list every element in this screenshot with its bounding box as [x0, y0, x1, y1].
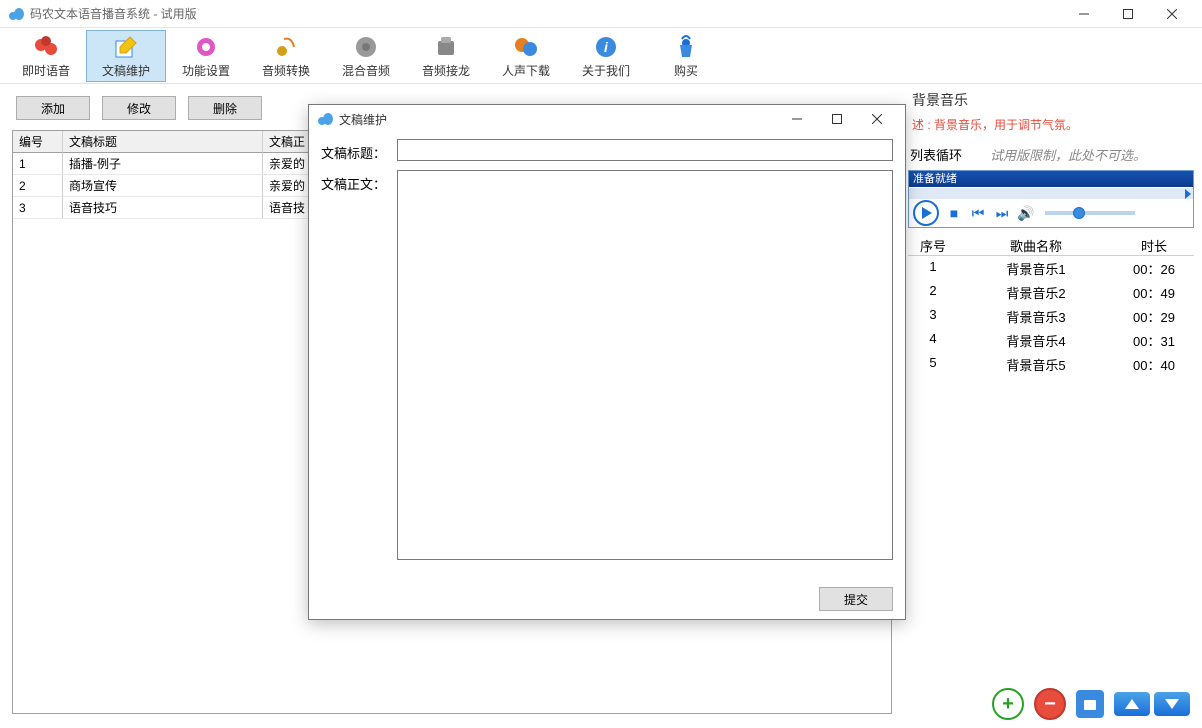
window-title: 码农文本语音播音系统 - 试用版	[30, 5, 197, 22]
convert-icon	[272, 34, 300, 60]
main-toolbar: 即时语音 文稿维护 功能设置 音频转换 混合音频 音频接龙 人声下载 i 关于我…	[0, 28, 1202, 84]
player-status: 准备就绪	[909, 171, 1193, 187]
toolbar-label: 音频接龙	[422, 62, 470, 79]
about-icon: i	[592, 34, 620, 60]
close-button[interactable]	[1150, 0, 1194, 28]
song-table-header: 序号 歌曲名称 时长	[908, 232, 1194, 256]
dialog-minimize-button[interactable]	[777, 105, 817, 133]
move-up-button[interactable]	[1114, 692, 1150, 716]
toolbar-audio-convert[interactable]: 音频转换	[246, 30, 326, 82]
dialog-close-button[interactable]	[857, 105, 897, 133]
bgm-add-button[interactable]: +	[992, 688, 1024, 720]
col-header-id[interactable]: 编号	[13, 131, 63, 153]
doc-edit-dialog: 文稿维护 文稿标题： 文稿正文： 提交	[308, 104, 906, 620]
toolbar-label: 人声下载	[502, 62, 550, 79]
main-titlebar: 码农文本语音播音系统 - 试用版	[0, 0, 1202, 28]
gear-icon	[192, 34, 220, 60]
voice-icon	[32, 34, 60, 60]
song-row[interactable]: 2背景音乐200：49	[908, 280, 1194, 304]
col-header-name: 歌曲名称	[958, 232, 1114, 255]
song-list: 1背景音乐100：26 2背景音乐200：49 3背景音乐300：29 4背景音…	[908, 256, 1194, 376]
app-icon	[8, 7, 24, 21]
bgm-title: 背景音乐	[908, 88, 1194, 114]
doc-body-textarea[interactable]	[397, 170, 893, 560]
play-button[interactable]	[913, 200, 939, 226]
toolbar-label: 购买	[674, 62, 698, 79]
toolbar-mix-audio[interactable]: 混合音频	[326, 30, 406, 82]
bgm-remove-button[interactable]: −	[1034, 688, 1066, 720]
col-header-index: 序号	[908, 232, 958, 255]
doc-icon	[112, 34, 140, 60]
toolbar-settings[interactable]: 功能设置	[166, 30, 246, 82]
stop-button[interactable]: ■	[945, 205, 963, 221]
bgm-folder-button[interactable]	[1076, 690, 1104, 718]
col-header-title[interactable]: 文稿标题	[63, 131, 263, 153]
toolbar-buy[interactable]: 购买	[646, 30, 726, 82]
prev-button[interactable]: ⏮	[969, 205, 987, 222]
dialog-title-label: 文稿标题：	[321, 139, 393, 162]
dialog-title: 文稿维护	[339, 111, 387, 128]
minimize-button[interactable]	[1062, 0, 1106, 28]
dialog-titlebar[interactable]: 文稿维护	[309, 105, 905, 133]
toolbar-label: 功能设置	[182, 62, 230, 79]
doc-title-input[interactable]	[397, 139, 893, 161]
submit-button[interactable]: 提交	[819, 587, 893, 611]
app-icon	[317, 112, 333, 126]
move-down-button[interactable]	[1154, 692, 1190, 716]
mix-icon	[352, 34, 380, 60]
next-button[interactable]: ⏭	[993, 205, 1011, 222]
toolbar-label: 音频转换	[262, 62, 310, 79]
toolbar-label: 混合音频	[342, 62, 390, 79]
song-row[interactable]: 4背景音乐400：31	[908, 328, 1194, 352]
bgm-trial-note: 试用版限制，此处不可选。	[990, 145, 1146, 164]
audio-player: 准备就绪 ■ ⏮ ⏭ 🔊	[908, 170, 1194, 228]
bgm-loop-label: 列表循环	[910, 145, 962, 164]
maximize-button[interactable]	[1106, 0, 1150, 28]
add-button[interactable]: 添加	[16, 96, 90, 120]
delete-button[interactable]: 删除	[188, 96, 262, 120]
dialog-maximize-button[interactable]	[817, 105, 857, 133]
bgm-desc: 述 : 背景音乐，用于调节气氛。	[908, 114, 1194, 143]
volume-slider[interactable]	[1045, 211, 1135, 215]
right-panel: 背景音乐 述 : 背景音乐，用于调节气氛。 列表循环 试用版限制，此处不可选。 …	[908, 84, 1202, 728]
col-header-duration: 时长	[1114, 232, 1194, 255]
toolbar-audio-chain[interactable]: 音频接龙	[406, 30, 486, 82]
toolbar-label: 即时语音	[22, 62, 70, 79]
edit-button[interactable]: 修改	[102, 96, 176, 120]
toolbar-label: 关于我们	[582, 62, 630, 79]
download-icon	[512, 34, 540, 60]
toolbar-instant-voice[interactable]: 即时语音	[6, 30, 86, 82]
dialog-body-label: 文稿正文：	[321, 170, 393, 193]
volume-icon[interactable]: 🔊	[1017, 205, 1035, 222]
toolbar-voice-download[interactable]: 人声下载	[486, 30, 566, 82]
toolbar-doc-maintain[interactable]: 文稿维护	[86, 30, 166, 82]
toolbar-label: 文稿维护	[102, 62, 150, 79]
song-row[interactable]: 3背景音乐300：29	[908, 304, 1194, 328]
toolbar-about[interactable]: i 关于我们	[566, 30, 646, 82]
song-row[interactable]: 5背景音乐500：40	[908, 352, 1194, 376]
chain-icon	[432, 34, 460, 60]
bgm-action-row: + −	[992, 688, 1190, 720]
player-progress[interactable]	[909, 187, 1193, 199]
song-row[interactable]: 1背景音乐100：26	[908, 256, 1194, 280]
buy-icon	[672, 34, 700, 60]
